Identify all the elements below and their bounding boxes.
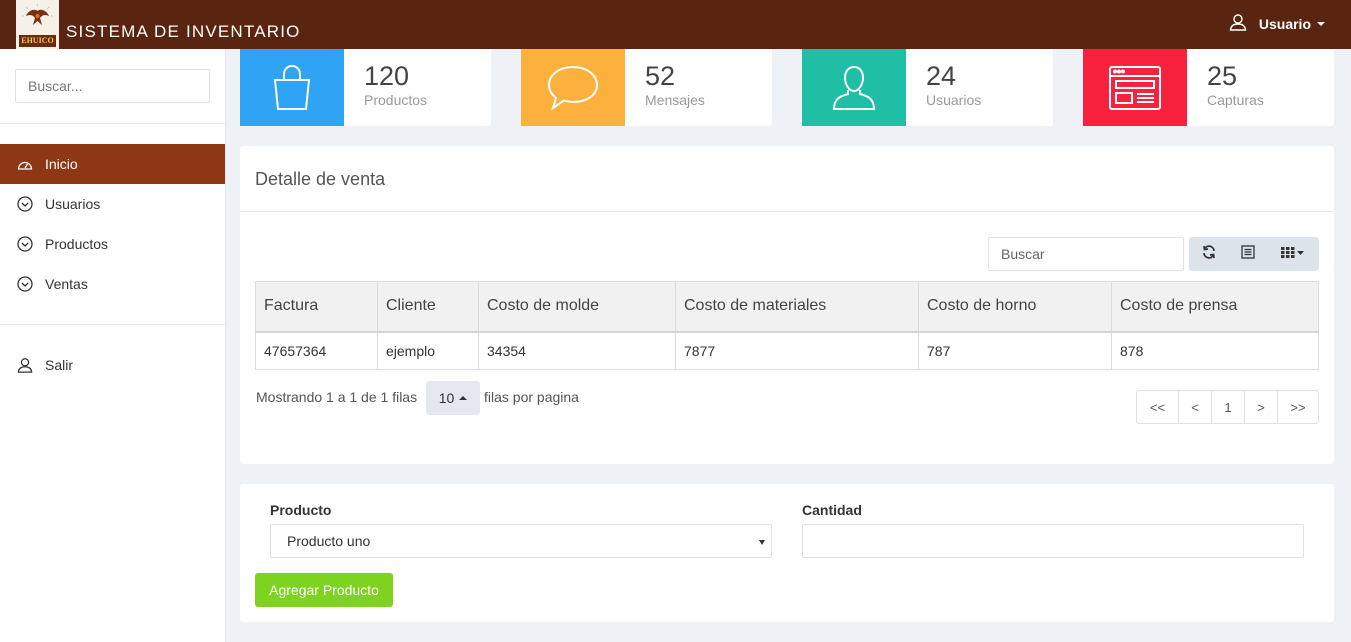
stat-value: 25 [1207, 61, 1238, 91]
last-page-button[interactable]: >> [1278, 391, 1318, 423]
sidebar-item-label: Usuarios [45, 196, 101, 212]
user-menu-label: Usuario [1258, 15, 1311, 32]
table-cell: ejemplo [377, 331, 479, 370]
stat-value: 52 [645, 61, 676, 91]
chevron-circle-down-icon [16, 195, 34, 213]
sales-table: Factura Cliente Costo de molde Costo de … [255, 281, 1319, 370]
sidebar-item-label: Inicio [45, 156, 78, 172]
sidebar-item-usuarios[interactable]: Usuarios [0, 184, 225, 224]
refresh-button[interactable] [1189, 237, 1229, 271]
page-1-button[interactable]: 1 [1212, 391, 1245, 423]
sidebar-divider [0, 324, 225, 325]
column-header[interactable]: Cliente [377, 281, 479, 333]
user-icon [16, 356, 34, 374]
sale-detail-panel: Detalle de venta Buscar Factura Cliente … [240, 146, 1334, 464]
pagination-info: Mostrando 1 a 1 de 1 filas [256, 389, 418, 405]
table-cell: 878 [1111, 331, 1319, 370]
table-search-input[interactable] [988, 237, 1184, 271]
dashboard-icon [16, 155, 34, 173]
stat-card-capturas[interactable]: 25 Capturas [1083, 49, 1334, 126]
column-header[interactable]: Costo de materiales [675, 281, 919, 333]
browser-window-icon [1083, 49, 1187, 126]
refresh-icon [1202, 244, 1216, 264]
list-icon [1241, 244, 1255, 264]
column-header[interactable]: Costo de molde [478, 281, 676, 333]
column-header[interactable]: Factura [255, 281, 378, 333]
column-header[interactable]: Costo de prensa [1111, 281, 1319, 333]
app-title: SISTEMA DE INVENTARIO [66, 22, 301, 41]
chat-bubble-icon [521, 49, 625, 126]
user-menu-dropdown[interactable]: Usuario [1229, 13, 1325, 34]
user-icon [802, 49, 906, 126]
table-toolbar [1189, 237, 1319, 271]
columns-icon [1281, 245, 1305, 263]
stat-card-mensajes[interactable]: 52 Mensajes [521, 49, 772, 126]
select-arrow-icon [759, 540, 765, 545]
sidebar-item-inicio[interactable]: Inicio [0, 144, 225, 184]
column-header[interactable]: Costo de horno [918, 281, 1112, 333]
add-product-button[interactable]: Agregar Producto [255, 573, 393, 607]
stat-card-usuarios[interactable]: 24 Usuarios [802, 49, 1053, 126]
quantity-input[interactable] [802, 524, 1304, 558]
stat-label: Capturas [1207, 92, 1264, 108]
add-product-form: Producto Producto uno Cantidad Agregar P… [240, 484, 1334, 622]
brand-logo[interactable]: EHUICO [16, 0, 59, 49]
page-size-dropdown[interactable]: 10 [426, 381, 480, 415]
user-icon [1229, 13, 1259, 34]
top-navbar: EHUICO SISTEMA DE INVENTARIO Usuario [0, 0, 1351, 49]
sidebar-item-salir[interactable]: Salir [0, 345, 225, 385]
table-cell: 7877 [675, 331, 919, 370]
next-page-button[interactable]: > [1245, 391, 1278, 423]
shopping-bag-icon [240, 49, 344, 126]
caret-up-icon [459, 396, 468, 400]
stat-label: Mensajes [645, 92, 705, 108]
stat-value: 120 [364, 61, 410, 91]
sidebar-item-label: Ventas [45, 276, 88, 292]
sidebar-item-label: Salir [45, 357, 74, 373]
stat-value: 24 [926, 61, 957, 91]
page-size-value: 10 [438, 390, 455, 406]
stat-card-productos[interactable]: 120 Productos [240, 49, 491, 126]
per-page-label: filas por pagina [484, 389, 579, 405]
table-cell: 34354 [478, 331, 676, 370]
product-label: Producto [270, 502, 332, 518]
chevron-circle-down-icon [16, 235, 34, 253]
panel-title: Detalle de venta [255, 169, 386, 189]
sidebar-divider [0, 123, 225, 124]
first-page-button[interactable]: << [1137, 391, 1179, 423]
panel-divider [240, 211, 1334, 212]
chevron-circle-down-icon [16, 275, 34, 293]
sidebar-item-productos[interactable]: Productos [0, 224, 225, 264]
table-row[interactable]: 47657364 ejemplo 34354 7877 787 878 [255, 331, 1319, 370]
table-header-row: Factura Cliente Costo de molde Costo de … [255, 281, 1319, 333]
stat-label: Productos [364, 92, 428, 108]
product-select[interactable]: Producto uno [270, 524, 772, 558]
product-select-value: Producto uno [287, 533, 371, 549]
sidebar: Inicio Usuarios Productos Ventas Salir [0, 49, 226, 642]
sidebar-item-ventas[interactable]: Ventas [0, 264, 225, 304]
sidebar-item-label: Productos [45, 236, 109, 252]
sidebar-search-input[interactable] [15, 69, 210, 103]
caret-down-icon [1317, 21, 1325, 26]
pagination: << < 1 > >> [1136, 390, 1319, 424]
columns-dropdown-button[interactable] [1267, 237, 1319, 271]
table-cell: 787 [918, 331, 1112, 370]
table-cell: 47657364 [255, 331, 378, 370]
quantity-label: Cantidad [802, 502, 862, 518]
stat-label: Usuarios [926, 92, 982, 108]
toggle-view-button[interactable] [1229, 237, 1267, 271]
prev-page-button[interactable]: < [1179, 391, 1212, 423]
logo-text: EHUICO [19, 35, 56, 47]
